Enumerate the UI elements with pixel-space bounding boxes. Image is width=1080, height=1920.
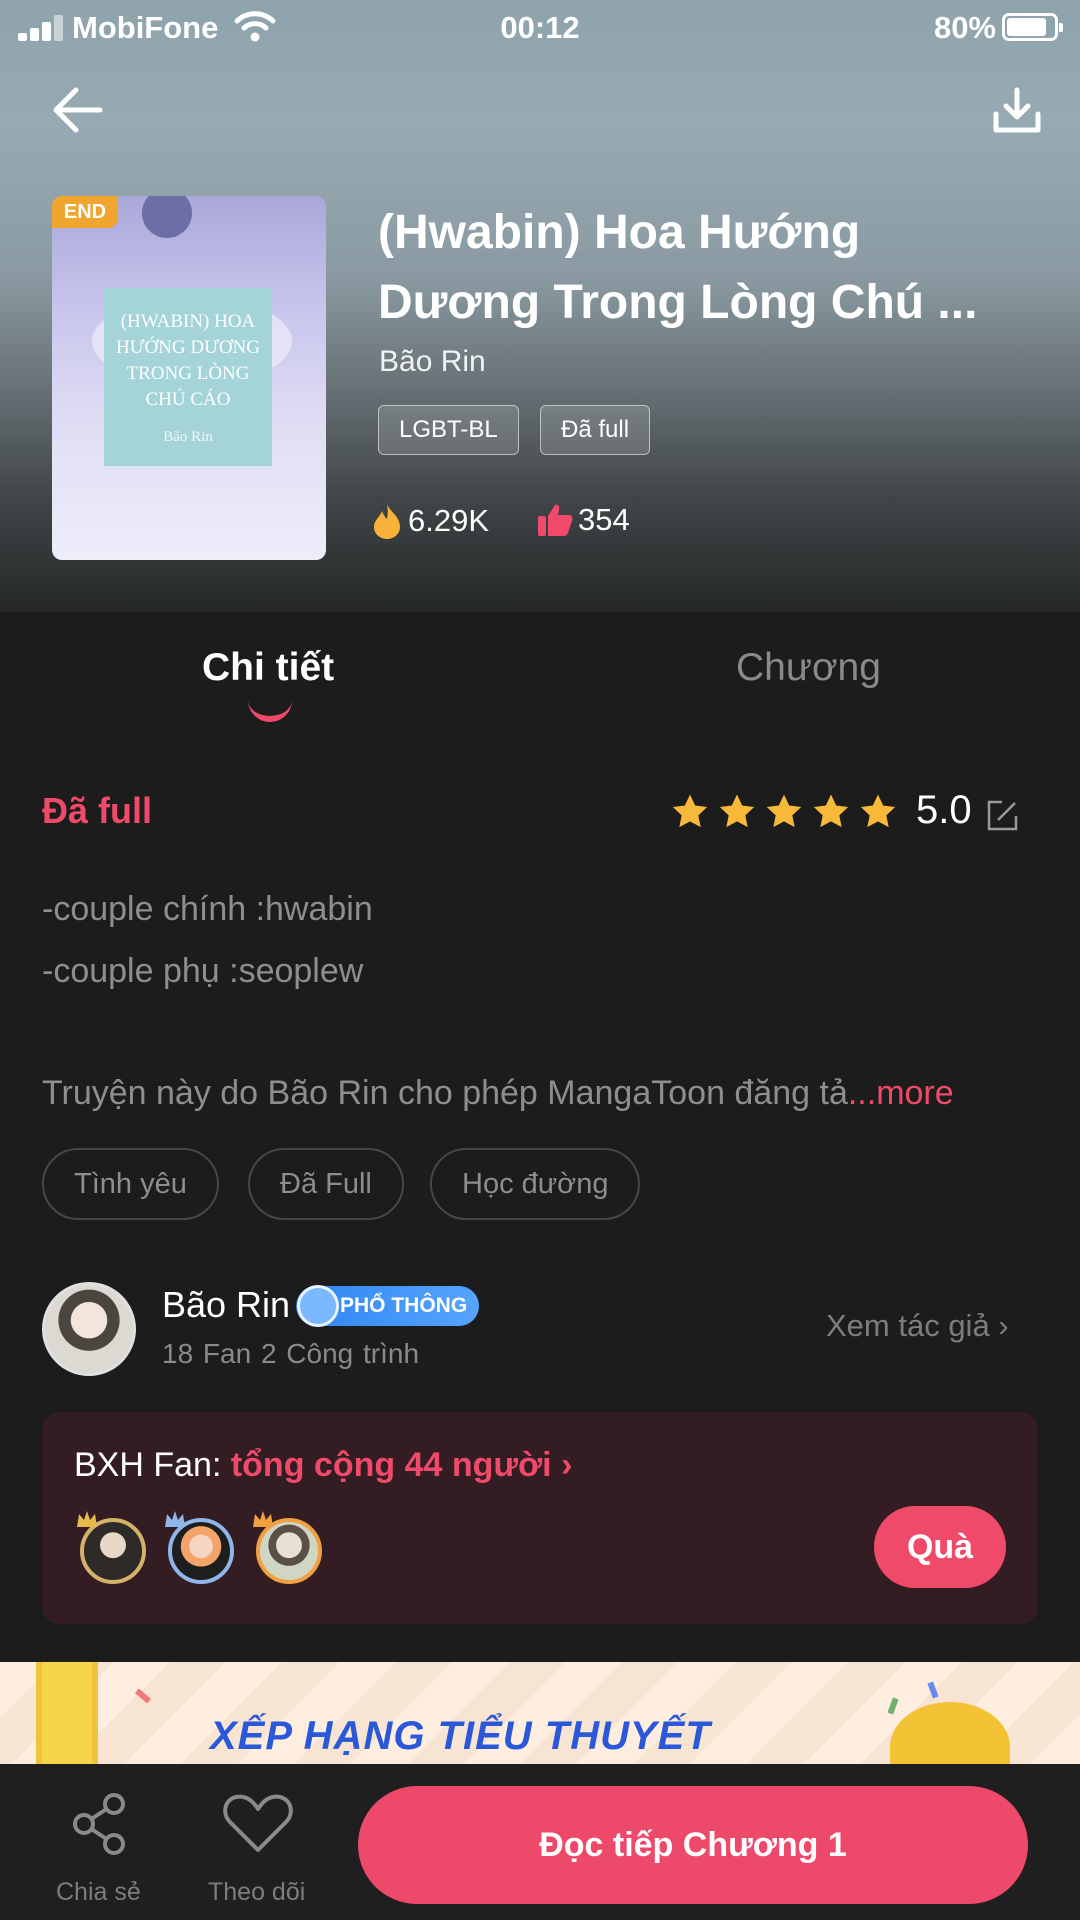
tag-chip[interactable]: Học đường [430, 1148, 641, 1220]
status-tag[interactable]: Đã full [540, 405, 651, 455]
end-badge: END [52, 196, 118, 228]
battery-icon [1002, 13, 1063, 41]
star-icon [672, 794, 708, 828]
tab-indicator [248, 700, 292, 722]
tag-chip[interactable]: Đã Full [248, 1148, 404, 1220]
rating-value: 5.0 [916, 788, 972, 832]
star-icon [719, 794, 755, 828]
likes-count: 354 [578, 502, 630, 537]
share-label[interactable]: Chia sẻ [56, 1878, 141, 1907]
genre-tag[interactable]: LGBT-BL [378, 405, 519, 455]
author-level-badge: PHỔ THÔNG [296, 1285, 480, 1327]
bottom-action-bar: Chia sẻ Theo dõi Đọc tiếp Chương 1 [0, 1764, 1080, 1920]
status-bar: MobiFone 00:12 80% [0, 0, 1080, 54]
pen-medal-icon [297, 1285, 339, 1327]
tab-details[interactable]: Chi tiết [202, 646, 334, 690]
rating-stars[interactable] [670, 792, 898, 832]
heart-icon[interactable] [222, 1792, 294, 1856]
likes-stat: 354 [536, 502, 630, 538]
battery-percent: 80% [933, 10, 996, 45]
views-stat: 6.29K [370, 502, 489, 540]
download-icon[interactable] [990, 84, 1044, 138]
cover-author: Bão Rin [163, 428, 213, 445]
continue-reading-button[interactable]: Đọc tiếp Chương 1 [358, 1786, 1028, 1904]
follow-label[interactable]: Theo dõi [208, 1878, 305, 1907]
author-stats: 18 Fan 2 Công trình [162, 1338, 420, 1369]
description-summary: Truyện này do Bão Rin cho phép MangaToon… [42, 1074, 1042, 1113]
view-author-link[interactable]: Xem tác giả › [826, 1308, 1009, 1344]
views-count: 6.29K [408, 503, 490, 538]
star-icon [860, 794, 896, 828]
thumbs-up-icon [538, 504, 573, 536]
book-author[interactable]: Bão Rin [379, 345, 486, 379]
book-cover[interactable]: (HWABIN) HOA HƯỚNG DƯƠNG TRONG LÒNG CHÚ … [52, 196, 326, 560]
tab-chapters[interactable]: Chương [736, 646, 881, 690]
back-arrow-icon[interactable] [48, 82, 108, 138]
fan-ranking-card[interactable]: BXH Fan: tổng cộng 44 người › Quà [42, 1412, 1038, 1624]
book-title: (Hwabin) Hoa Hướng Dương Trong Lòng Chú … [378, 206, 978, 329]
crown-icon [253, 1511, 273, 1527]
cover-title: (HWABIN) HOA HƯỚNG DƯƠNG TRONG LÒNG CHÚ … [115, 310, 260, 410]
crown-icon [77, 1511, 97, 1527]
description-line: -couple phụ :seoplew [42, 952, 364, 990]
completion-status: Đã full [42, 790, 153, 831]
gift-button[interactable]: Quà [874, 1506, 1006, 1588]
author-avatar[interactable] [42, 1282, 136, 1376]
banner-title: XẾP HẠNG TIỂU THUYẾT [210, 1714, 711, 1758]
crown-icon [165, 1511, 185, 1527]
ranking-banner[interactable]: XẾP HẠNG TIỂU THUYẾT [0, 1662, 1080, 1766]
description-text: Truyện này do Bão Rin cho phép MangaToon… [42, 1074, 848, 1112]
level-label: PHỔ THÔNG [340, 1294, 468, 1317]
star-icon [813, 794, 849, 828]
fan-ranking-title[interactable]: BXH Fan: tổng cộng 44 người › [74, 1446, 572, 1485]
description-line: -couple chính :hwabin [42, 890, 373, 928]
clock: 00:12 [500, 10, 580, 45]
fan-count: tổng cộng 44 người › [230, 1446, 573, 1484]
trophy-icon [890, 1702, 1010, 1766]
book-header: MobiFone 00:12 80% (HWABIN) HOA HƯỚNG DƯ… [0, 0, 1080, 612]
tag-chip[interactable]: Tình yêu [42, 1148, 219, 1220]
author-name[interactable]: Bão Rin [162, 1284, 290, 1326]
edit-rating-icon[interactable] [984, 798, 1020, 834]
fire-icon [374, 504, 400, 539]
star-icon [766, 794, 802, 828]
more-link[interactable]: ...more [848, 1074, 954, 1112]
fan-ranking-label: BXH Fan: [74, 1446, 231, 1484]
share-icon[interactable] [68, 1792, 130, 1856]
